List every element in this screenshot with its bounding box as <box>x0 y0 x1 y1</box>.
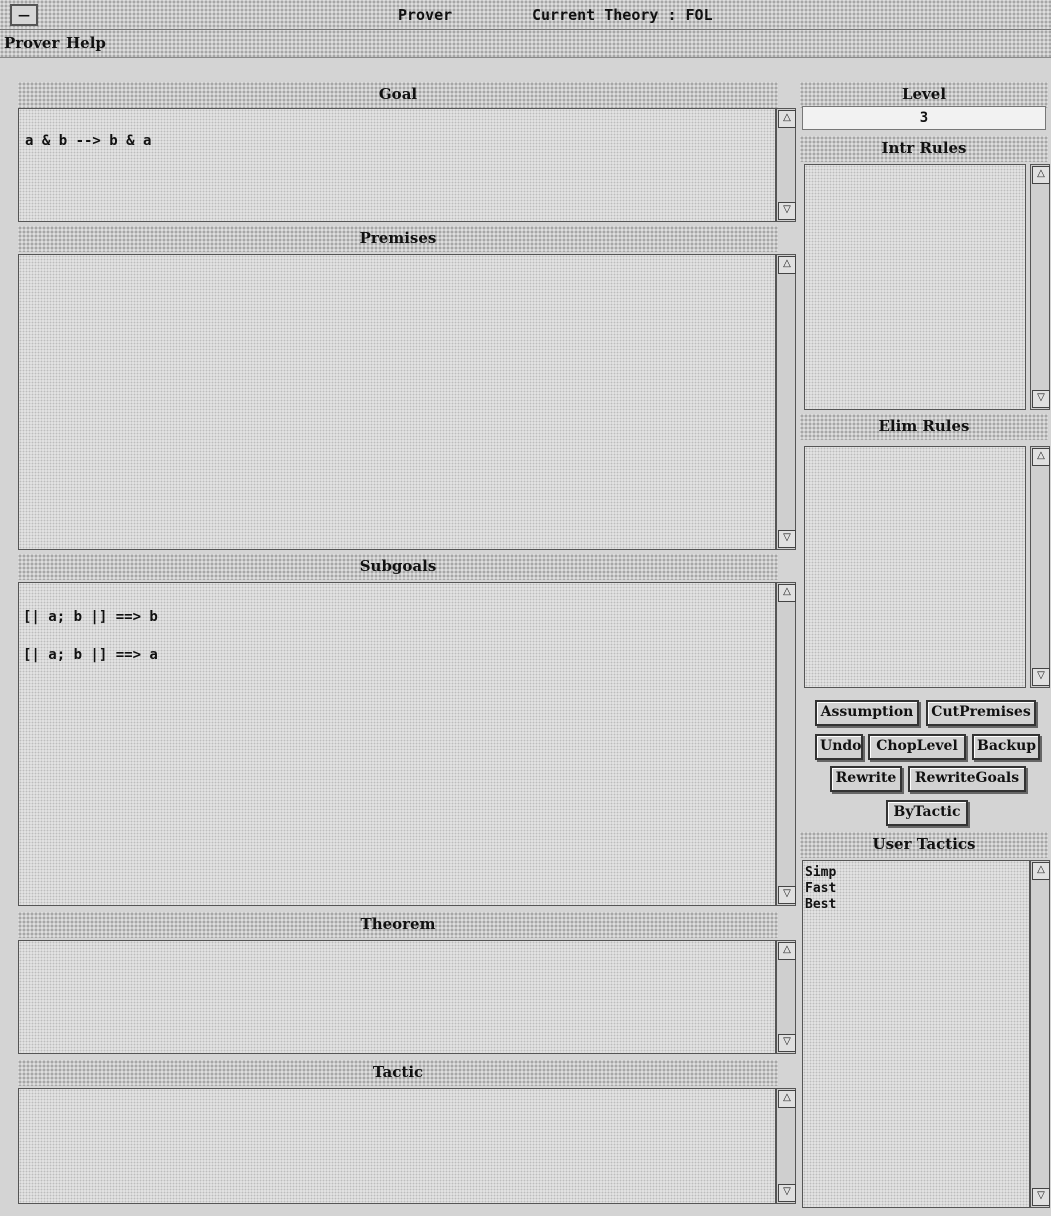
tactic-scrollbar[interactable]: △ ▽ <box>776 1088 796 1204</box>
user-tactics-list[interactable]: Simp Fast Best <box>802 860 1030 1208</box>
user-tactic-item[interactable]: Fast <box>805 881 1029 897</box>
menu-prover[interactable]: Prover <box>4 34 59 52</box>
scroll-up-icon[interactable]: △ <box>778 110 796 128</box>
rewrite-goals-button[interactable]: RewriteGoals <box>908 766 1026 792</box>
user-tactic-item[interactable]: Simp <box>805 865 1029 881</box>
minimize-dash-icon: — <box>18 8 30 22</box>
subgoals-pane[interactable]: [| a; b |] ==> b [| a; b |] ==> a <box>18 582 776 906</box>
goal-header: Goal <box>18 82 778 108</box>
subgoal-item[interactable]: [| a; b |] ==> a <box>23 647 158 663</box>
rewrite-button[interactable]: Rewrite <box>830 766 902 792</box>
level-value: 3 <box>802 106 1046 130</box>
user-tactics-scrollbar[interactable]: △ ▽ <box>1030 860 1050 1208</box>
scroll-up-icon[interactable]: △ <box>778 256 796 274</box>
intr-rules-scrollbar[interactable]: △ ▽ <box>1030 164 1050 410</box>
elim-rules-scrollbar[interactable]: △ ▽ <box>1030 446 1050 688</box>
menu-bar <box>0 30 1051 58</box>
user-tactics-header: User Tactics <box>800 832 1048 858</box>
subgoals-scrollbar[interactable]: △ ▽ <box>776 582 796 906</box>
intr-rules-list[interactable] <box>804 164 1026 410</box>
subgoal-item[interactable]: [| a; b |] ==> b <box>23 609 158 625</box>
scroll-up-icon[interactable]: △ <box>778 584 796 602</box>
goal-scrollbar[interactable]: △ ▽ <box>776 108 796 222</box>
scroll-up-icon[interactable]: △ <box>778 942 796 960</box>
goal-pane[interactable]: a & b --> b & a <box>18 108 776 222</box>
window-title: Prover <box>398 6 453 24</box>
scroll-up-icon[interactable]: △ <box>778 1090 796 1108</box>
assumption-button[interactable]: Assumption <box>815 700 919 726</box>
level-header: Level <box>800 82 1048 108</box>
scroll-down-icon[interactable]: ▽ <box>1032 668 1050 686</box>
elim-rules-header: Elim Rules <box>800 414 1048 440</box>
user-tactic-item[interactable]: Best <box>805 897 1029 913</box>
scroll-down-icon[interactable]: ▽ <box>778 886 796 904</box>
undo-button[interactable]: Undo <box>815 734 863 760</box>
backup-button[interactable]: Backup <box>972 734 1040 760</box>
elim-rules-list[interactable] <box>804 446 1026 688</box>
chop-level-button[interactable]: ChopLevel <box>868 734 966 760</box>
scroll-down-icon[interactable]: ▽ <box>1032 390 1050 408</box>
scroll-up-icon[interactable]: △ <box>1032 862 1050 880</box>
scroll-down-icon[interactable]: ▽ <box>778 1034 796 1052</box>
scroll-down-icon[interactable]: ▽ <box>778 202 796 220</box>
scroll-down-icon[interactable]: ▽ <box>778 530 796 548</box>
title-bar: — Prover Current Theory : FOL <box>0 0 1051 30</box>
scroll-up-icon[interactable]: △ <box>1032 166 1050 184</box>
by-tactic-button[interactable]: ByTactic <box>886 800 968 826</box>
intr-rules-header: Intr Rules <box>800 136 1048 162</box>
scroll-down-icon[interactable]: ▽ <box>1032 1188 1050 1206</box>
scroll-up-icon[interactable]: △ <box>1032 448 1050 466</box>
scroll-down-icon[interactable]: ▽ <box>778 1184 796 1202</box>
theorem-header: Theorem <box>18 912 778 938</box>
cut-premises-button[interactable]: CutPremises <box>926 700 1036 726</box>
premises-pane[interactable] <box>18 254 776 550</box>
tactic-header: Tactic <box>18 1060 778 1086</box>
tactic-pane[interactable] <box>18 1088 776 1204</box>
premises-scrollbar[interactable]: △ ▽ <box>776 254 796 550</box>
menu-help[interactable]: Help <box>66 34 106 52</box>
theorem-scrollbar[interactable]: △ ▽ <box>776 940 796 1054</box>
window-menu-button[interactable]: — <box>10 4 38 26</box>
theorem-pane[interactable] <box>18 940 776 1054</box>
premises-header: Premises <box>18 226 778 252</box>
subgoals-header: Subgoals <box>18 554 778 580</box>
current-theory-label: Current Theory : FOL <box>532 6 713 24</box>
goal-text: a & b --> b & a <box>25 133 152 149</box>
